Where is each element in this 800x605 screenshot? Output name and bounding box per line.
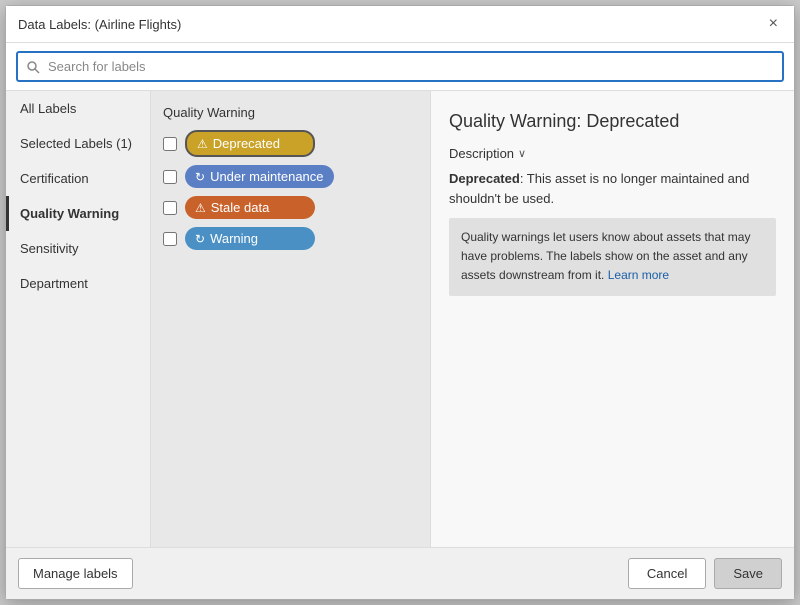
bottom-right-buttons: Cancel Save bbox=[628, 558, 782, 589]
sidebar: All Labels Selected Labels (1) Certifica… bbox=[6, 91, 151, 547]
list-item: ⚠ Stale data bbox=[163, 196, 418, 219]
bottom-bar: Manage labels Cancel Save bbox=[6, 547, 794, 599]
list-item: ⚠ Deprecated bbox=[163, 130, 418, 157]
deprecated-label: Deprecated bbox=[213, 136, 280, 151]
description-label: Description bbox=[449, 146, 514, 161]
sidebar-item-quality-warning[interactable]: Quality Warning bbox=[6, 196, 150, 231]
center-panel: Quality Warning ⚠ Deprecated ↻ Under mai… bbox=[151, 91, 431, 547]
detail-title: Quality Warning: Deprecated bbox=[449, 111, 776, 132]
dialog-title: Data Labels: (Airline Flights) bbox=[18, 17, 181, 32]
stale-data-icon: ⚠ bbox=[195, 201, 206, 215]
under-maintenance-checkbox[interactable] bbox=[163, 170, 177, 184]
title-bar: Data Labels: (Airline Flights) × bbox=[6, 6, 794, 43]
panel-title: Quality Warning bbox=[163, 105, 418, 120]
save-button[interactable]: Save bbox=[714, 558, 782, 589]
sidebar-item-selected-labels[interactable]: Selected Labels (1) bbox=[6, 126, 150, 161]
under-maintenance-label: Under maintenance bbox=[210, 169, 323, 184]
close-button[interactable]: × bbox=[765, 14, 782, 34]
warning-label: Warning bbox=[210, 231, 258, 246]
right-panel: Quality Warning: Deprecated Description … bbox=[431, 91, 794, 547]
chevron-down-icon: ∨ bbox=[518, 147, 526, 160]
under-maintenance-icon: ↻ bbox=[195, 170, 205, 184]
description-body: Deprecated: This asset is no longer main… bbox=[449, 169, 776, 208]
dialog: Data Labels: (Airline Flights) × All Lab… bbox=[5, 5, 795, 600]
stale-data-tag[interactable]: ⚠ Stale data bbox=[185, 196, 315, 219]
deprecated-icon: ⚠ bbox=[197, 137, 208, 151]
stale-data-label: Stale data bbox=[211, 200, 270, 215]
deprecated-tag[interactable]: ⚠ Deprecated bbox=[185, 130, 315, 157]
description-header[interactable]: Description ∨ bbox=[449, 146, 776, 161]
sidebar-item-sensitivity[interactable]: Sensitivity bbox=[6, 231, 150, 266]
manage-labels-button[interactable]: Manage labels bbox=[18, 558, 133, 589]
sidebar-item-department[interactable]: Department bbox=[6, 266, 150, 301]
list-item: ↻ Warning bbox=[163, 227, 418, 250]
info-text: Quality warnings let users know about as… bbox=[461, 230, 750, 282]
search-bar bbox=[6, 43, 794, 91]
sidebar-item-all-labels[interactable]: All Labels bbox=[6, 91, 150, 126]
list-item: ↻ Under maintenance bbox=[163, 165, 418, 188]
learn-more-link[interactable]: Learn more bbox=[608, 268, 669, 282]
sidebar-item-certification[interactable]: Certification bbox=[6, 161, 150, 196]
main-content: All Labels Selected Labels (1) Certifica… bbox=[6, 91, 794, 547]
warning-tag[interactable]: ↻ Warning bbox=[185, 227, 315, 250]
stale-data-checkbox[interactable] bbox=[163, 201, 177, 215]
deprecated-checkbox[interactable] bbox=[163, 137, 177, 151]
description-bold: Deprecated bbox=[449, 171, 520, 186]
cancel-button[interactable]: Cancel bbox=[628, 558, 706, 589]
under-maintenance-tag[interactable]: ↻ Under maintenance bbox=[185, 165, 334, 188]
warning-checkbox[interactable] bbox=[163, 232, 177, 246]
search-input[interactable] bbox=[16, 51, 784, 82]
warning-icon: ↻ bbox=[195, 232, 205, 246]
info-box: Quality warnings let users know about as… bbox=[449, 218, 776, 296]
